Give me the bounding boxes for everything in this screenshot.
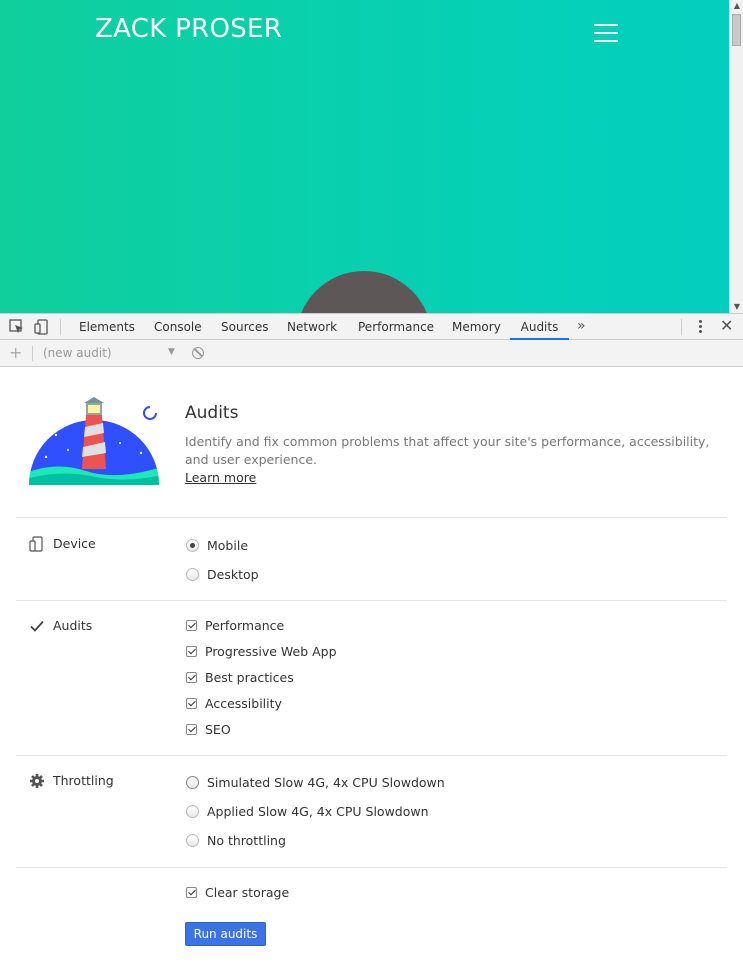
site-logo[interactable]: ZACK PROSER [95,14,282,44]
radio-button[interactable] [186,775,199,789]
option-label: Clear storage [205,884,290,900]
audit-option-accessibility[interactable]: Accessibility [186,694,282,712]
option-label: No throttling [207,832,286,848]
checkbox[interactable] [186,697,197,709]
inspect-element-icon[interactable] [8,318,26,336]
clear-storage-option[interactable]: Clear storage [186,883,289,901]
option-label: Simulated Slow 4G, 4x CPU Slowdown [207,774,445,790]
toolbar-divider [681,319,682,335]
select-caret-icon[interactable]: ▼ [168,347,175,357]
tab-console[interactable]: Console [154,314,202,340]
radio-button[interactable] [186,833,199,847]
scroll-down-icon[interactable]: ▼ [730,301,743,313]
device-icon [29,536,43,552]
option-label: SEO [205,721,231,737]
audits-label: Audits [53,618,93,633]
tab-elements[interactable]: Elements [79,314,135,340]
audits-panel: Audits Identify and fix common problems … [0,367,743,969]
lighthouse-logo [29,397,159,485]
option-label: Desktop [207,566,259,582]
website-viewport: ZACK PROSER ▲ ▼ [0,0,743,313]
option-label: Performance [205,617,285,633]
device-option-desktop[interactable]: Desktop [186,565,259,583]
page-scrollbar[interactable]: ▲ ▼ [729,0,743,313]
section-divider [16,755,727,756]
throttling-option-simulated[interactable]: Simulated Slow 4G, 4x CPU Slowdown [186,773,445,791]
tab-network[interactable]: Network [287,314,337,340]
radio-button[interactable] [186,567,199,581]
clear-all-icon[interactable] [192,347,204,359]
device-label: Device [53,536,96,551]
checkbox[interactable] [186,886,197,898]
option-label: Best practices [205,669,294,685]
option-label: Progressive Web App [205,643,337,659]
panel-description: Identify and fix common problems that af… [185,434,710,467]
gear-icon [30,774,44,788]
throttling-label: Throttling [53,773,114,788]
option-label: Accessibility [205,695,282,711]
option-label: Mobile [207,537,249,553]
learn-more-link[interactable]: Learn more [185,470,256,485]
audit-report-select[interactable]: (new audit) [43,346,112,360]
audit-option-pwa[interactable]: Progressive Web App [186,642,337,660]
toolbar-divider [60,319,61,335]
tab-sources[interactable]: Sources [221,314,268,340]
checkbox[interactable] [186,671,197,683]
section-divider [16,517,727,518]
radio-button[interactable] [186,804,199,818]
hamburger-menu-icon[interactable] [594,24,618,42]
audit-option-seo[interactable]: SEO [186,720,231,738]
throttling-option-none[interactable]: No throttling [186,831,286,849]
new-audit-plus-icon[interactable]: + [9,343,22,363]
panel-title: Audits [185,403,239,423]
audit-option-best-practices[interactable]: Best practices [186,668,294,686]
device-option-mobile[interactable]: Mobile [186,536,248,554]
checkbox[interactable] [186,723,197,735]
section-divider [16,600,727,601]
option-label: Applied Slow 4G, 4x CPU Slowdown [207,803,429,819]
tab-performance[interactable]: Performance [358,314,434,340]
checkbox[interactable] [186,645,197,657]
devtools-menu-icon[interactable] [697,320,703,334]
section-divider [16,867,727,868]
tab-memory[interactable]: Memory [452,314,501,340]
tab-audits[interactable]: Audits [510,314,569,340]
checkbox[interactable] [186,619,197,631]
throttling-option-applied[interactable]: Applied Slow 4G, 4x CPU Slowdown [186,802,429,820]
checkmark-icon [30,620,44,632]
devtools-tab-bar: Elements Console Sources Network Perform… [0,313,743,340]
device-toolbar-icon[interactable] [33,318,51,336]
run-audits-button[interactable]: Run audits [185,922,266,946]
hero-avatar [296,271,432,313]
audit-option-performance[interactable]: Performance [186,616,284,634]
toolbar-divider [32,346,33,361]
scrollbar-thumb[interactable] [732,14,741,46]
audits-toolbar: + (new audit) ▼ [0,340,743,367]
scroll-up-icon[interactable]: ▲ [730,0,743,12]
radio-button[interactable] [186,538,199,552]
close-devtools-icon[interactable]: ✕ [720,317,733,335]
more-tabs-icon[interactable]: » [577,314,586,340]
